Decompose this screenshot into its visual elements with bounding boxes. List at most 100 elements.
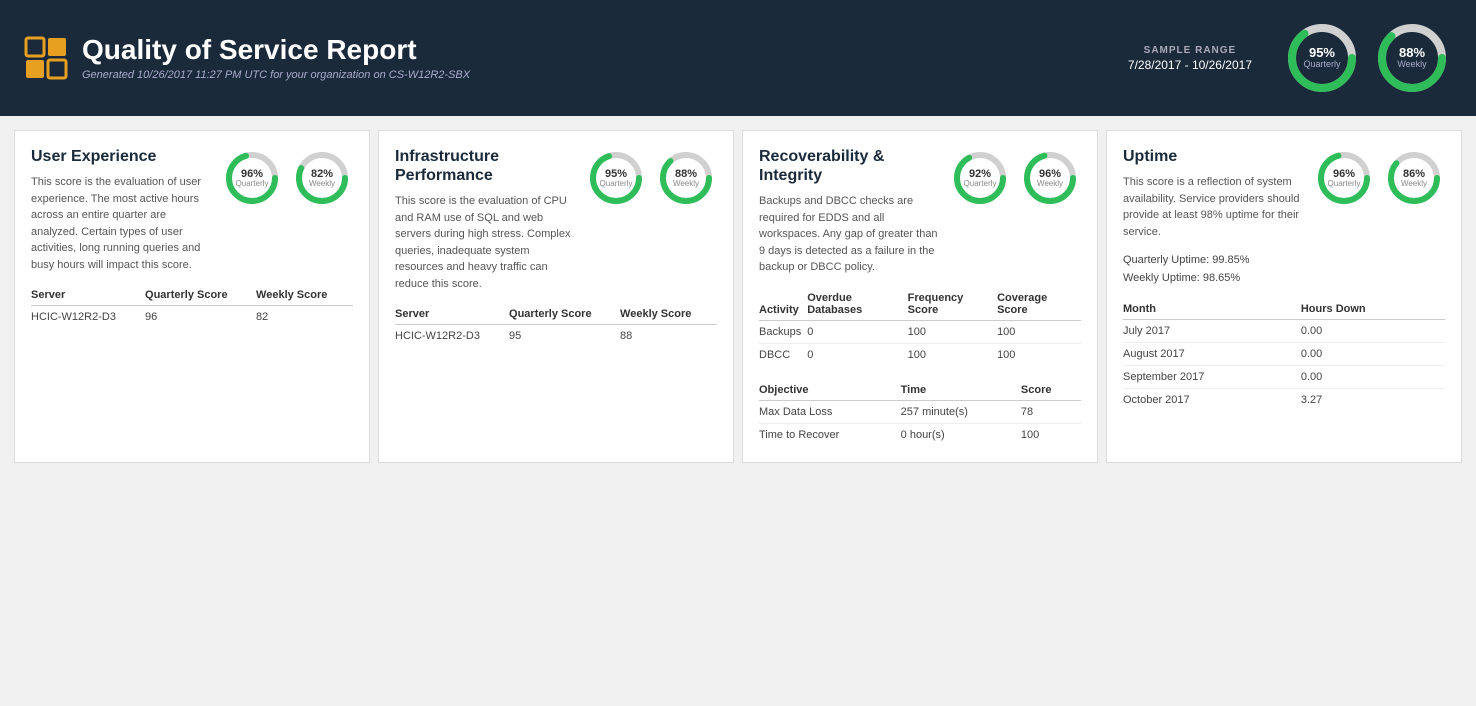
report-title: Quality of Service Report — [82, 35, 470, 66]
ue-server-name: HCIC-W12R2-D3 — [31, 306, 145, 329]
ue-col-weekly: Weekly Score — [256, 285, 353, 306]
rec-col-coverage: Coverage Score — [997, 288, 1081, 321]
rec-weekly-label: 96% Weekly — [1037, 168, 1063, 189]
ue-table: Server Quarterly Score Weekly Score HCIC… — [31, 285, 353, 328]
uptime-quarterly-label: 96% Quarterly — [1328, 168, 1361, 189]
logo-icon — [24, 36, 68, 80]
uptime-title: Uptime — [1123, 147, 1303, 166]
rec-text: Recoverability & Integrity Backups and D… — [759, 147, 939, 288]
rec-col-overdue: Overdue Databases — [807, 288, 907, 321]
ue-quarterly-gauge: 96% Quarterly — [221, 147, 283, 209]
header-title: Quality of Service Report Generated 10/2… — [82, 35, 470, 81]
rec-obj-1: Max Data Loss — [759, 400, 901, 423]
uptime-hours-3: 0.00 — [1301, 366, 1445, 389]
header: Quality of Service Report Generated 10/2… — [0, 0, 1476, 116]
rec-coverage-1: 100 — [997, 320, 1081, 343]
infra-weekly-label: 88% Weekly — [673, 168, 699, 189]
ue-header-row: User Experience This score is the evalua… — [31, 147, 353, 285]
header-gauges: 95% Quarterly 88% Weekly — [1282, 18, 1452, 98]
uptime-stats: Quarterly Uptime: 99.85% Weekly Uptime: … — [1123, 252, 1445, 287]
sample-range-dates: 7/28/2017 - 10/26/2017 — [1128, 58, 1252, 72]
uptime-desc: This score is a reflection of system ava… — [1123, 174, 1303, 240]
uptime-hours-2: 0.00 — [1301, 343, 1445, 366]
uptime-weekly-label: 86% Weekly — [1401, 168, 1427, 189]
report-subtitle: Generated 10/26/2017 11:27 PM UTC for yo… — [82, 69, 470, 81]
rec-col-score: Score — [1021, 380, 1081, 401]
rec-overdue-2: 0 — [807, 343, 907, 366]
rec-col-activity: Activity — [759, 288, 807, 321]
sample-range: SAMPLE RANGE 7/28/2017 - 10/26/2017 — [1128, 45, 1252, 72]
uptime-section: Uptime This score is a reflection of sys… — [1106, 130, 1462, 463]
rec-score-2: 100 — [1021, 423, 1081, 446]
header-right: SAMPLE RANGE 7/28/2017 - 10/26/2017 95% … — [1128, 18, 1452, 98]
infra-col-server: Server — [395, 304, 509, 325]
uptime-gauges: 96% Quarterly 86% Weekly — [1313, 147, 1445, 209]
rec-col-frequency: Frequency Score — [908, 288, 997, 321]
header-quarterly-gauge: 95% Quarterly — [1282, 18, 1362, 98]
table-row: Max Data Loss 257 minute(s) 78 — [759, 400, 1081, 423]
uptime-col-month: Month — [1123, 299, 1301, 320]
uptime-month-3: September 2017 — [1123, 366, 1301, 389]
table-row: Backups 0 100 100 — [759, 320, 1081, 343]
infrastructure-section: Infrastructure Performance This score is… — [378, 130, 734, 463]
ue-weekly-gauge: 82% Weekly — [291, 147, 353, 209]
table-row: July 2017 0.00 — [1123, 320, 1445, 343]
uptime-month-2: August 2017 — [1123, 343, 1301, 366]
infra-quarterly-label: 95% Quarterly — [600, 168, 633, 189]
table-row: October 2017 3.27 — [1123, 389, 1445, 412]
rec-frequency-2: 100 — [908, 343, 997, 366]
rec-quarterly-label: 92% Quarterly — [964, 168, 997, 189]
rec-overdue-1: 0 — [807, 320, 907, 343]
sample-range-label: SAMPLE RANGE — [1128, 45, 1252, 56]
rec-title: Recoverability & Integrity — [759, 147, 939, 185]
rec-header-row: Recoverability & Integrity Backups and D… — [759, 147, 1081, 288]
rec-desc: Backups and DBCC checks are required for… — [759, 193, 939, 276]
rec-table2: Objective Time Score Max Data Loss 257 m… — [759, 380, 1081, 446]
uptime-table: Month Hours Down July 2017 0.00 August 2… — [1123, 299, 1445, 411]
rec-col-objective: Objective — [759, 380, 901, 401]
table-row: August 2017 0.00 — [1123, 343, 1445, 366]
ue-title: User Experience — [31, 147, 211, 166]
infra-quarterly-score: 95 — [509, 325, 620, 348]
header-weekly-gauge: 88% Weekly — [1372, 18, 1452, 98]
ue-col-quarterly: Quarterly Score — [145, 285, 256, 306]
uptime-col-hours: Hours Down — [1301, 299, 1445, 320]
ue-quarterly-label: 96% Quarterly — [236, 168, 269, 189]
infra-col-quarterly: Quarterly Score — [509, 304, 620, 325]
uptime-month-4: October 2017 — [1123, 389, 1301, 412]
table-row: DBCC 0 100 100 — [759, 343, 1081, 366]
rec-coverage-2: 100 — [997, 343, 1081, 366]
infra-desc: This score is the evaluation of CPU and … — [395, 193, 575, 292]
infra-text: Infrastructure Performance This score is… — [395, 147, 575, 304]
table-row: HCIC-W12R2-D3 96 82 — [31, 306, 353, 329]
table-row: Time to Recover 0 hour(s) 100 — [759, 423, 1081, 446]
infra-weekly-score: 88 — [620, 325, 717, 348]
rec-quarterly-gauge: 92% Quarterly — [949, 147, 1011, 209]
weekly-uptime-text: Weekly Uptime: 98.65% — [1123, 270, 1445, 288]
header-left: Quality of Service Report Generated 10/2… — [24, 35, 470, 81]
infra-server-name: HCIC-W12R2-D3 — [395, 325, 509, 348]
uptime-quarterly-gauge: 96% Quarterly — [1313, 147, 1375, 209]
rec-activity-2: DBCC — [759, 343, 807, 366]
ue-gauges: 96% Quarterly 82% Weekly — [221, 147, 353, 209]
main-content: User Experience This score is the evalua… — [0, 116, 1476, 477]
ue-weekly-label: 82% Weekly — [309, 168, 335, 189]
uptime-text: Uptime This score is a reflection of sys… — [1123, 147, 1303, 252]
uptime-hours-1: 0.00 — [1301, 320, 1445, 343]
ue-text: User Experience This score is the evalua… — [31, 147, 211, 285]
rec-col-time: Time — [901, 380, 1021, 401]
rec-activity-1: Backups — [759, 320, 807, 343]
infra-title: Infrastructure Performance — [395, 147, 575, 185]
quarterly-uptime-text: Quarterly Uptime: 99.85% — [1123, 252, 1445, 270]
header-weekly-label: 88% Weekly — [1397, 46, 1426, 70]
rec-time-2: 0 hour(s) — [901, 423, 1021, 446]
ue-desc: This score is the evaluation of user exp… — [31, 174, 211, 273]
rec-gauges: 92% Quarterly 96% Weekly — [949, 147, 1081, 209]
uptime-hours-4: 3.27 — [1301, 389, 1445, 412]
table-row: HCIC-W12R2-D3 95 88 — [395, 325, 717, 348]
infra-gauges: 95% Quarterly 88% Weekly — [585, 147, 717, 209]
infra-table: Server Quarterly Score Weekly Score HCIC… — [395, 304, 717, 347]
rec-weekly-gauge: 96% Weekly — [1019, 147, 1081, 209]
table-row: September 2017 0.00 — [1123, 366, 1445, 389]
header-quarterly-label: 95% Quarterly — [1303, 46, 1340, 70]
